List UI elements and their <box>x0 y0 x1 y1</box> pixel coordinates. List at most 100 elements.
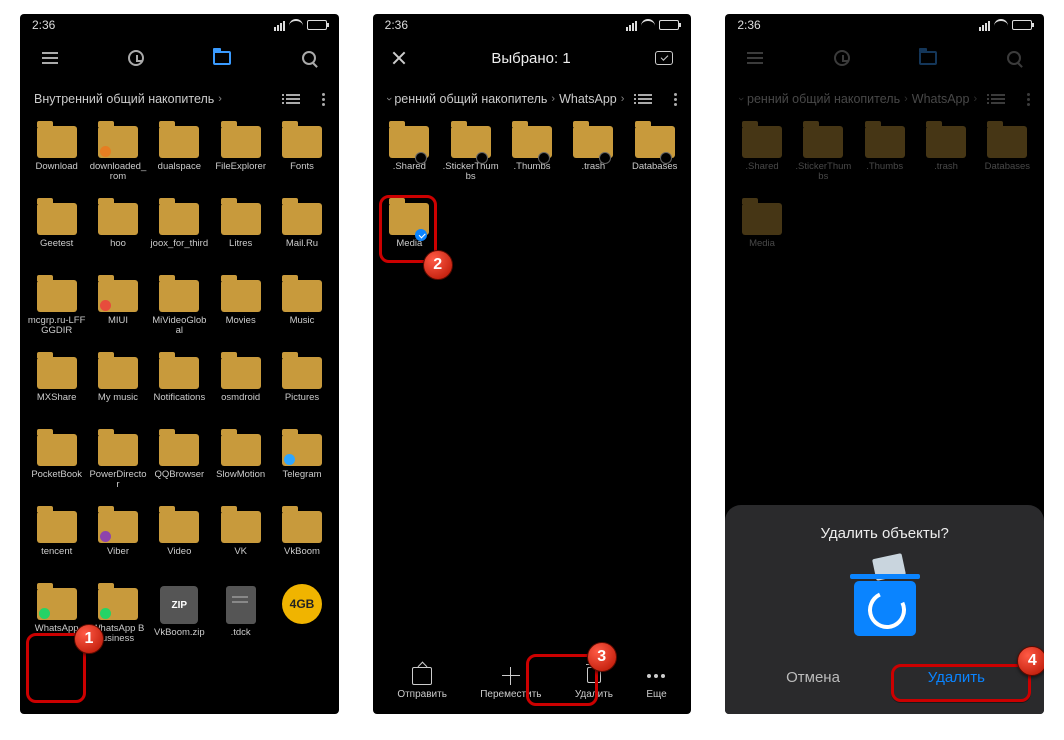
folder-item[interactable]: MXShare <box>26 353 87 428</box>
wifi-icon <box>641 19 655 31</box>
breadcrumb-root: ренний общий накопитель <box>394 92 547 106</box>
folder-item[interactable]: Fonts <box>271 122 332 197</box>
folders-tab-active[interactable] <box>916 51 940 65</box>
folder-label: Movies <box>226 316 256 326</box>
folder-item[interactable]: tencent <box>26 507 87 582</box>
folder-item[interactable]: Mail.Ru <box>271 199 332 274</box>
folder-item[interactable]: .Thumbs <box>854 122 915 197</box>
menu-button[interactable] <box>743 52 767 64</box>
folder-label: WhatsApp <box>35 624 79 634</box>
top-nav <box>725 36 1044 80</box>
battery-icon <box>1012 20 1032 30</box>
recent-tab[interactable] <box>830 50 854 66</box>
phone-screen-1: 2:36 Внутренний общий накопитель › Downl… <box>20 14 339 714</box>
folder-item[interactable]: MIUI <box>87 276 148 351</box>
more-icon[interactable] <box>322 93 325 106</box>
dialog-cancel-button[interactable]: Отмена <box>741 654 884 700</box>
select-all-button[interactable] <box>655 51 673 65</box>
folder-item[interactable]: .Shared <box>731 122 792 197</box>
folder-label: dualspace <box>158 162 201 172</box>
dialog-confirm-button[interactable]: Удалить <box>885 654 1028 700</box>
folder-item[interactable]: osmdroid <box>210 353 271 428</box>
breadcrumb[interactable]: › ренний общий накопитель › WhatsApp › <box>725 80 1044 118</box>
folder-label: Music <box>290 316 315 326</box>
view-list-icon[interactable] <box>286 94 300 104</box>
folder-item[interactable]: MiVideoGlobal <box>149 276 210 351</box>
folder-item[interactable]: My music <box>87 353 148 428</box>
breadcrumb[interactable]: Внутренний общий накопитель › <box>20 80 339 118</box>
folder-item[interactable]: Download <box>26 122 87 197</box>
breadcrumb-folder: WhatsApp <box>559 92 617 106</box>
folder-item[interactable]: VK <box>210 507 271 582</box>
folder-item[interactable]: Notifications <box>149 353 210 428</box>
action-delete[interactable]: Удалить <box>575 667 613 700</box>
folder-item[interactable]: Geetest <box>26 199 87 274</box>
action-send[interactable]: Отправить <box>397 667 447 700</box>
folder-item[interactable]: SlowMotion <box>210 430 271 505</box>
folder-item[interactable]: Databases <box>624 122 685 197</box>
step-badge-4: 4 <box>1017 646 1044 676</box>
folder-item[interactable]: FileExplorer <box>210 122 271 197</box>
free-space-badge[interactable]: 4GB <box>271 584 332 659</box>
folder-item[interactable]: downloaded_rom <box>87 122 148 197</box>
folder-item[interactable]: joox_for_third <box>149 199 210 274</box>
file-doc[interactable]: .tdck <box>210 584 271 659</box>
folder-item[interactable]: VkBoom <box>271 507 332 582</box>
menu-button[interactable] <box>38 52 62 64</box>
action-move[interactable]: Переместить <box>480 667 541 700</box>
view-list-icon[interactable] <box>991 94 1005 104</box>
folder-item[interactable]: .Shared <box>379 122 440 197</box>
folder-label: Video <box>167 547 191 557</box>
folder-item[interactable]: Litres <box>210 199 271 274</box>
breadcrumb[interactable]: › ренний общий накопитель › WhatsApp › <box>373 80 692 118</box>
search-button[interactable] <box>297 51 321 65</box>
folder-item[interactable]: PocketBook <box>26 430 87 505</box>
folder-label: PowerDirector <box>89 470 147 491</box>
folder-label: Notifications <box>153 393 205 403</box>
folder-item[interactable]: Video <box>149 507 210 582</box>
close-selection-button[interactable] <box>391 50 407 66</box>
folder-label: QQBrowser <box>155 470 205 480</box>
file-zip[interactable]: ZIPVkBoom.zip <box>149 584 210 659</box>
battery-icon <box>307 20 327 30</box>
folder-item[interactable]: .trash <box>563 122 624 197</box>
folder-item[interactable]: Databases <box>977 122 1038 197</box>
folder-item[interactable]: Pictures <box>271 353 332 428</box>
folder-label: VkBoom <box>284 547 320 557</box>
breadcrumb-folder: WhatsApp <box>912 92 970 106</box>
folder-label: Litres <box>229 239 252 249</box>
folder-item[interactable]: Music <box>271 276 332 351</box>
more-icon[interactable] <box>1027 93 1030 106</box>
folder-label: FileExplorer <box>215 162 266 172</box>
recent-tab[interactable] <box>124 50 148 66</box>
folder-item[interactable]: hoo <box>87 199 148 274</box>
folder-item[interactable]: mcgrp.ru-LFFGGDIR <box>26 276 87 351</box>
search-button[interactable] <box>1002 51 1026 65</box>
folder-grid: Download downloaded_rom dualspace FileExplo… <box>20 118 339 714</box>
folder-label: Geetest <box>40 239 73 249</box>
folders-tab-active[interactable] <box>210 51 234 65</box>
folder-item[interactable]: .trash <box>915 122 976 197</box>
status-time: 2:36 <box>385 18 408 32</box>
folder-label: VK <box>234 547 247 557</box>
folder-item[interactable]: Movies <box>210 276 271 351</box>
folder-label: joox_for_third <box>151 239 209 249</box>
view-list-icon[interactable] <box>638 94 652 104</box>
folder-label: Download <box>36 162 78 172</box>
folder-label: Pictures <box>285 393 319 403</box>
action-more[interactable]: Еще <box>646 667 666 700</box>
folder-item[interactable]: dualspace <box>149 122 210 197</box>
status-time: 2:36 <box>737 18 760 32</box>
step-badge-2: 2 <box>423 250 453 280</box>
folder-item[interactable]: Telegram <box>271 430 332 505</box>
more-icon[interactable] <box>674 93 677 106</box>
folder-label: mcgrp.ru-LFFGGDIR <box>28 316 86 337</box>
folder-label: Databases <box>985 162 1030 172</box>
folder-item[interactable]: .Thumbs <box>501 122 562 197</box>
folder-item[interactable]: .StickerThumbs <box>440 122 501 197</box>
folder-item[interactable]: Viber <box>87 507 148 582</box>
folder-item[interactable]: .StickerThumbs <box>793 122 854 197</box>
folder-item[interactable]: QQBrowser <box>149 430 210 505</box>
folder-item[interactable]: PowerDirector <box>87 430 148 505</box>
folder-item[interactable]: Media <box>731 199 792 274</box>
